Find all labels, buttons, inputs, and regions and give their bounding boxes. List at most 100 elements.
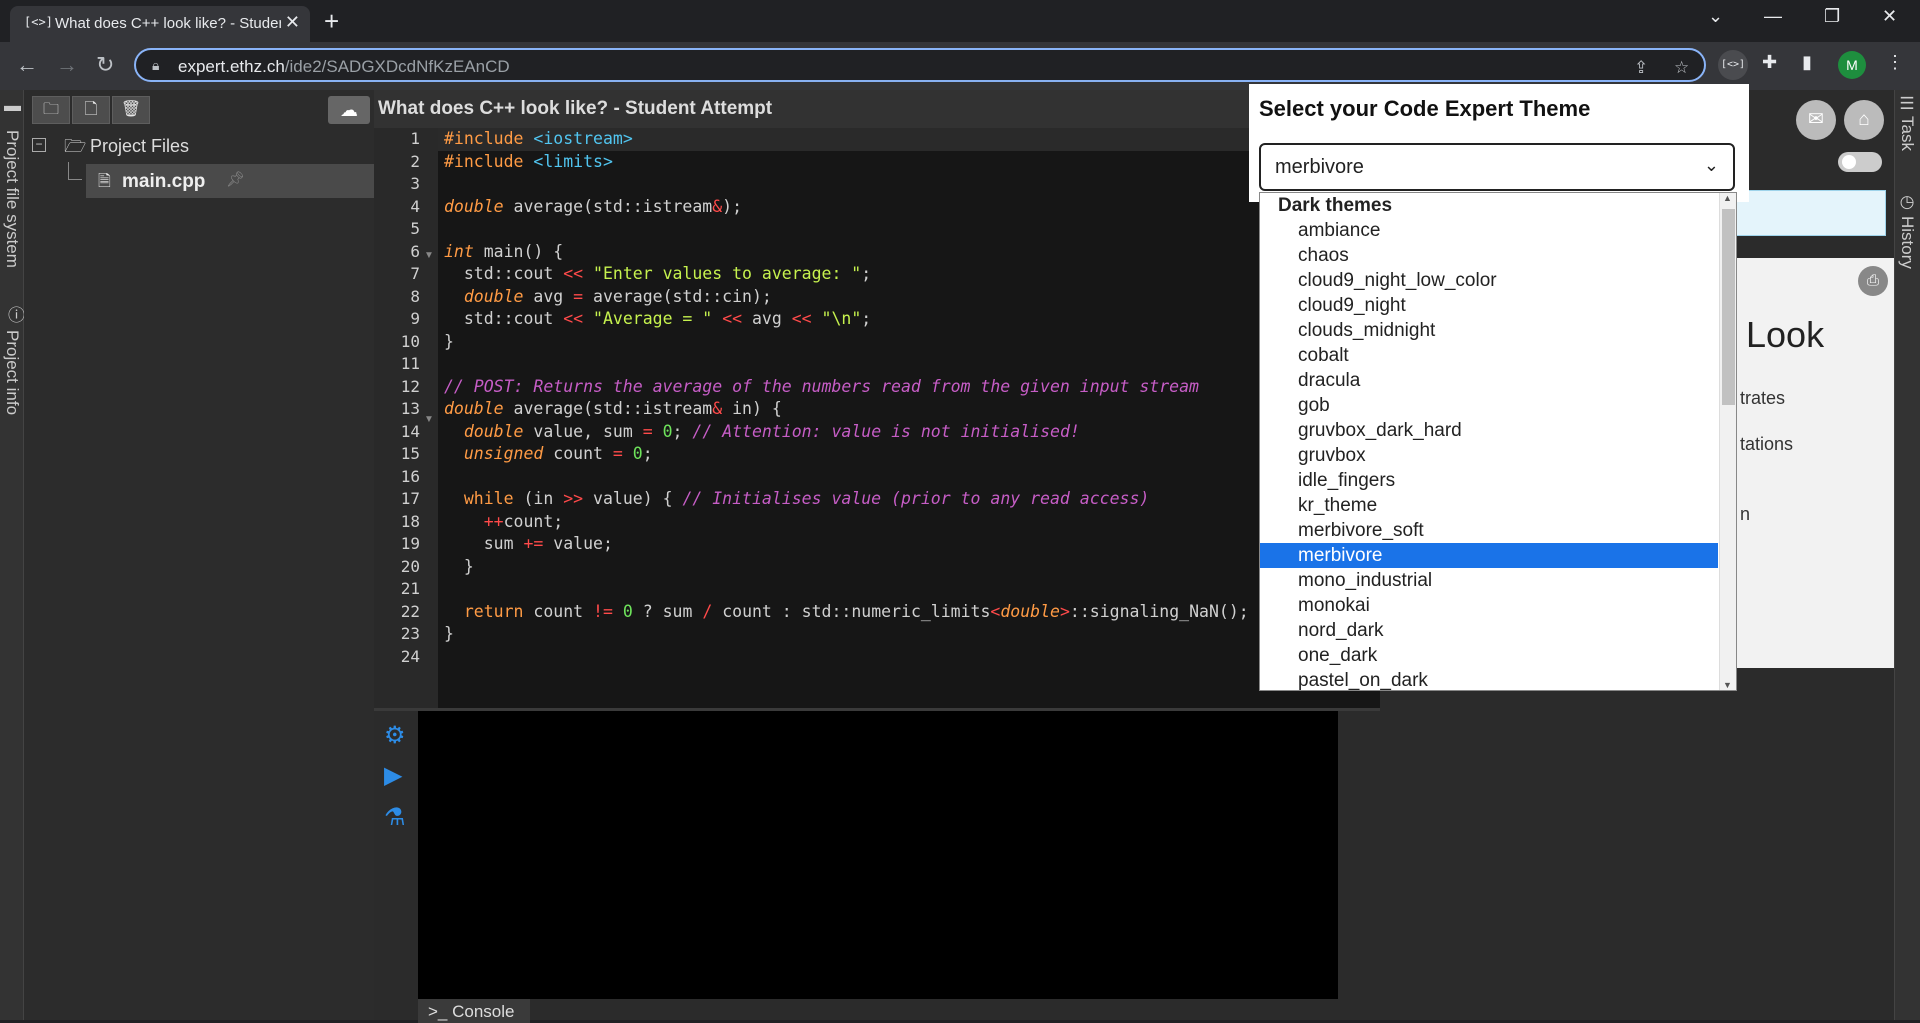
task-list-icon[interactable]: ☰ — [1897, 94, 1917, 114]
mail-icon[interactable]: ✉ — [1796, 100, 1836, 140]
tab-search-icon[interactable]: ⌄ — [1708, 6, 1723, 27]
close-window-icon[interactable]: ✕ — [1882, 6, 1897, 27]
address-bar[interactable]: 🔒︎ expert.ethz.ch/ide2/SADGXDcdNfKzEAnCD… — [134, 48, 1706, 82]
run-play-icon[interactable]: ▶ — [384, 761, 402, 790]
minimize-icon[interactable]: — — [1764, 6, 1782, 27]
extensions-puzzle-icon[interactable]: ✚ — [1762, 52, 1777, 73]
code-line-6: int main() { — [444, 241, 564, 261]
line-number: 18 — [400, 511, 420, 531]
code-line-10: } — [444, 331, 454, 351]
theme-option[interactable]: merbivore_soft — [1260, 518, 1718, 543]
tree-file-main[interactable]: 🗎︎ main.cpp 📌︎ — [86, 164, 374, 198]
theme-option[interactable]: cloud9_night_low_color — [1260, 268, 1718, 293]
share-icon[interactable]: ⇪ — [1634, 58, 1648, 78]
file-panel: 🗀︎ 🗋︎ 🗑︎ ☁ − 🗁︎ Project Files 🗎︎ main.cp… — [24, 90, 374, 1020]
theme-option[interactable]: kr_theme — [1260, 493, 1718, 518]
lock-icon[interactable]: 🔒︎ — [152, 57, 159, 74]
line-number: 22 — [400, 601, 420, 621]
theme-option[interactable]: one_dark — [1260, 643, 1718, 668]
task-heading: Look — [1746, 314, 1825, 355]
theme-option[interactable]: gruvbox — [1260, 443, 1718, 468]
new-file-button[interactable]: 🗋︎ — [72, 96, 110, 124]
theme-option[interactable]: pastel_on_dark — [1260, 668, 1718, 690]
theme-option[interactable]: nord_dark — [1260, 618, 1718, 643]
print-icon[interactable]: ⎙ — [1858, 266, 1888, 296]
code-line-13: double average(std::istream& in) { — [444, 399, 782, 418]
menu-kebab-icon[interactable]: ⋮ — [1886, 52, 1904, 73]
scroll-down-icon[interactable]: ▼ — [1723, 680, 1732, 690]
history-clock-icon[interactable]: ◷ — [1897, 192, 1917, 212]
theme-option[interactable]: ambiance — [1260, 218, 1718, 243]
close-tab-icon[interactable]: ✕ — [285, 12, 300, 33]
new-tab-icon[interactable]: + — [324, 6, 339, 37]
code-line-7: std::cout << "Enter values to average: "… — [444, 264, 872, 283]
collapse-toggle[interactable]: − — [32, 138, 46, 152]
code-line-22: return count != 0 ? sum / count : std::n… — [463, 601, 1249, 621]
line-number: 20 — [400, 556, 420, 576]
scroll-up-icon[interactable]: ▲ — [1723, 193, 1732, 203]
line-number: 19 — [400, 534, 420, 553]
code-editor[interactable]: #include <iostream> #include <limits> do… — [438, 128, 1380, 798]
chevron-down-icon: ⌄ — [1703, 155, 1719, 175]
line-number: 24 — [400, 646, 420, 666]
code-line-18: ++count; — [483, 511, 564, 531]
line-number: 15 — [400, 444, 420, 463]
theme-option[interactable]: monokai — [1260, 593, 1718, 618]
back-icon[interactable]: ← — [16, 52, 38, 78]
console-tab[interactable]: >_ Console — [418, 999, 530, 1023]
theme-dropdown-list[interactable]: Dark themes ambiance chaos cloud9_night_lo… — [1259, 192, 1737, 691]
tree-root-label[interactable]: Project Files — [90, 136, 189, 157]
line-number: 3 — [410, 174, 420, 193]
scrollbar-thumb[interactable] — [1722, 209, 1735, 405]
fold-arrow-icon[interactable]: ▼ — [424, 414, 434, 425]
profile-avatar[interactable]: M — [1838, 51, 1866, 79]
task-text: tations — [1740, 434, 1794, 454]
project-file-system-tab[interactable]: Project file system — [2, 130, 22, 268]
task-text: trates — [1740, 388, 1786, 408]
theme-option[interactable]: mono_industrial — [1260, 568, 1718, 593]
code-line-14: double value, sum = 0; // Attention: val… — [463, 421, 1080, 441]
theme-popup: Select your Code Expert Theme merbivore … — [1249, 84, 1749, 202]
code-line-4: double average(std::istream&); — [444, 196, 743, 216]
theme-option[interactable]: gruvbox_dark_hard — [1260, 418, 1718, 443]
theme-option[interactable]: merbivore — [1260, 543, 1718, 568]
line-number: 7 — [410, 264, 420, 283]
code-line-17: while (in >> value) { // Initialises val… — [463, 489, 1150, 508]
fold-arrow-icon[interactable]: ▼ — [424, 250, 434, 261]
settings-gears-icon[interactable]: ⚙ — [384, 721, 406, 750]
theme-select[interactable]: merbivore ⌄ — [1259, 143, 1735, 191]
bookmark-star-icon[interactable]: ☆ — [1674, 58, 1689, 78]
side-panel-icon[interactable]: ▮ — [1802, 52, 1812, 73]
theme-option[interactable]: cloud9_night — [1260, 293, 1718, 318]
theme-option[interactable]: chaos — [1260, 243, 1718, 268]
line-number: 16 — [400, 466, 420, 486]
project-info-tab[interactable]: Project info — [2, 330, 22, 415]
code-line-23: } — [444, 624, 454, 643]
code-line-20: } — [444, 556, 474, 576]
delete-button[interactable]: 🗑︎ — [112, 96, 150, 124]
code-line-2: #include <limits> — [444, 151, 613, 171]
console-output[interactable] — [418, 711, 1338, 999]
theme-list-scrollbar[interactable]: ▲ ▼ — [1719, 193, 1736, 690]
theme-option[interactable]: dracula — [1260, 368, 1718, 393]
code-expert-extension-icon[interactable]: [<>] — [1718, 50, 1748, 80]
theme-option[interactable]: clouds_midnight — [1260, 318, 1718, 343]
test-flask-icon[interactable]: ⚗ — [384, 803, 406, 832]
theme-option[interactable]: cobalt — [1260, 343, 1718, 368]
forward-icon[interactable]: → — [56, 52, 78, 78]
task-tab[interactable]: Task — [1897, 116, 1917, 151]
file-name: main.cpp — [122, 171, 206, 192]
theme-option[interactable]: gob — [1260, 393, 1718, 418]
theme-option[interactable]: idle_fingers — [1260, 468, 1718, 493]
folder-rail-icon[interactable]: ▬ — [2, 96, 22, 115]
cloud-save-button[interactable]: ☁ — [328, 96, 370, 124]
home-icon[interactable]: ⌂ — [1844, 100, 1884, 140]
new-folder-button[interactable]: 🗀︎ — [32, 96, 70, 124]
restore-icon[interactable]: ❐ — [1824, 6, 1840, 27]
history-tab[interactable]: History — [1897, 216, 1917, 269]
line-number: 14 — [400, 421, 420, 441]
browser-tab[interactable]: [<>] What does C++ look like? - Student … — [10, 6, 310, 42]
theme-toggle[interactable] — [1838, 152, 1882, 172]
pin-icon[interactable]: 📌︎ — [226, 170, 245, 188]
reload-icon[interactable]: ↻ — [96, 52, 114, 78]
